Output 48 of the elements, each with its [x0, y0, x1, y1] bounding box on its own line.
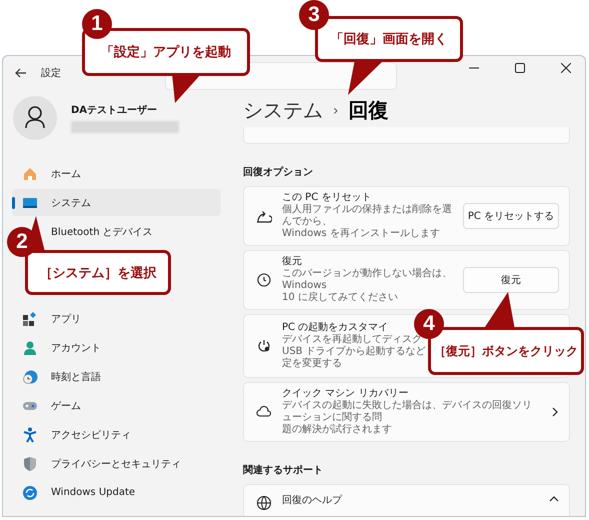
- globe-clock-icon: [22, 368, 38, 384]
- shield-icon: [22, 456, 38, 472]
- sidebar-item[interactable]: システム: [12, 189, 221, 216]
- card-title: この PC をリセット: [282, 192, 372, 204]
- sidebar-item[interactable]: アクセシビリティ: [12, 421, 139, 448]
- sidebar-item[interactable]: アプリ: [12, 305, 89, 332]
- page-title: 回復: [348, 97, 389, 124]
- card-title: PC の起動をカスタマイ: [282, 322, 388, 334]
- reset-icon: [256, 208, 272, 224]
- settings-card[interactable]: クイック マシン リカバリー デバイスの起動に失敗した場合は、デバイスの回復ソリューションに関する問 題の解決が試行されます: [243, 382, 570, 442]
- sidebar-item[interactable]: プライバシーとセキュリティ: [12, 450, 189, 477]
- step-badge: 1: [82, 9, 112, 39]
- app-grid-icon: [22, 310, 38, 326]
- breadcrumb-separator: ›: [333, 102, 339, 118]
- accessibility-figure-icon: [22, 426, 38, 442]
- sidebar-item[interactable]: Bluetooth とデバイス: [51, 218, 161, 245]
- section-heading: 回復オプション: [243, 165, 314, 179]
- sync-icon: [22, 484, 38, 500]
- power-gear-icon: [256, 338, 272, 354]
- back-arrow-icon[interactable]: [15, 68, 27, 78]
- settings-card[interactable]: 回復のヘルプ: [243, 484, 570, 516]
- house-icon: [22, 166, 38, 182]
- action-button[interactable]: 復元: [463, 267, 559, 293]
- history-clock-icon: [256, 272, 272, 288]
- sidebar-item[interactable]: 時刻と言語: [12, 363, 109, 390]
- card-description: デバイスの起動に失敗した場合は、デバイスの回復ソリューションに関する問 題の解決が試行されます: [282, 400, 533, 436]
- sidebar-item[interactable]: Windows Update: [12, 479, 144, 506]
- card-description: このバージョンが動作しない場合は、Windows 10 に戻してみてください: [282, 268, 453, 304]
- section-heading: 関連するサポート: [243, 464, 324, 477]
- close-icon[interactable]: [561, 63, 571, 73]
- sidebar-item[interactable]: アカウント: [12, 334, 109, 361]
- person-icon: [22, 340, 38, 356]
- sidebar-item[interactable]: ゲーム: [12, 392, 89, 419]
- card-description: 個人用ファイルの保持または削除を選んでから、 Windows を再インストールします: [282, 204, 453, 240]
- card-title: 回復のヘルプ: [282, 495, 342, 507]
- sidebar-item[interactable]: ホーム: [12, 160, 89, 187]
- window-title: 設定: [41, 66, 61, 80]
- user-name: DAテストユーザー: [71, 104, 158, 117]
- callout: ［システム］を選択: [25, 250, 171, 295]
- card-title: 復元: [282, 256, 302, 268]
- maximize-icon[interactable]: [515, 63, 525, 73]
- chevron-right-icon: [551, 407, 559, 417]
- step-badge: 3: [299, 0, 329, 30]
- globe-icon: [256, 495, 272, 511]
- breadcrumb-link[interactable]: システム: [243, 97, 323, 124]
- card-title: クイック マシン リカバリー: [282, 388, 408, 400]
- action-button[interactable]: PC をリセットする: [463, 203, 559, 229]
- avatar-icon: [13, 96, 57, 140]
